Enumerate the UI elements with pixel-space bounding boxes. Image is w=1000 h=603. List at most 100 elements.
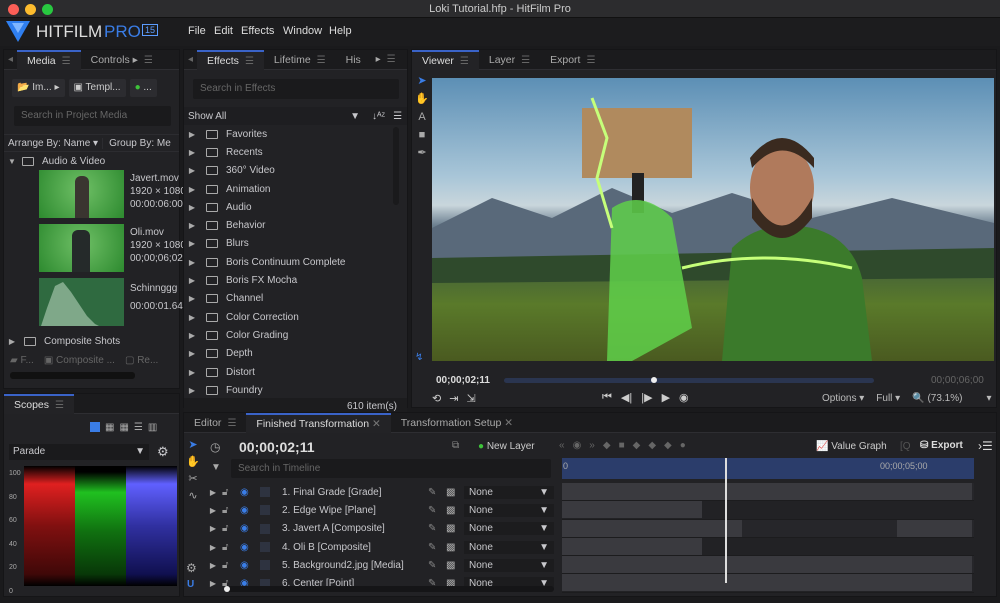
lock-icon[interactable]: 🔓︎ xyxy=(222,523,240,534)
expand-icon[interactable]: ▶ xyxy=(184,185,200,194)
blend-mode-dropdown[interactable]: None ▼ xyxy=(464,485,554,499)
expand-icon[interactable]: ▶ xyxy=(204,524,222,533)
tab-layer[interactable]: Layer ☰ xyxy=(479,50,540,70)
effects-folder[interactable]: ▶ Color Correction xyxy=(184,308,407,326)
lock-icon[interactable]: 🔓︎ xyxy=(222,560,240,571)
expand-icon[interactable]: ▶ xyxy=(184,258,200,267)
effects-filter-dropdown[interactable]: Show All ▼ xyxy=(184,111,364,122)
layer-clip[interactable] xyxy=(562,501,702,519)
layer-clip[interactable] xyxy=(897,519,972,537)
quality-dropdown[interactable]: Full ▾ xyxy=(876,393,900,404)
curve-tool-icon[interactable]: ∿ xyxy=(186,488,200,505)
single-view-icon[interactable] xyxy=(90,422,100,432)
timeline-ruler[interactable]: 0 00;00;05;00 xyxy=(562,458,974,479)
expand-icon[interactable]: ▶ xyxy=(184,166,200,175)
tab-history[interactable]: His xyxy=(336,50,376,70)
effects-folder[interactable]: ▶ Channel xyxy=(184,290,407,308)
tab-lifetime[interactable]: Lifetime ☰ xyxy=(264,50,336,70)
timeline-menu-icon[interactable]: ›☰ xyxy=(978,439,993,453)
expand-icon[interactable]: ▶ xyxy=(204,579,222,588)
import-button[interactable]: 📂 Im... ▸ xyxy=(12,79,65,97)
effects-folder[interactable]: ▶ Favorites xyxy=(184,125,407,143)
timeline-settings-icon[interactable]: ⚙ xyxy=(186,561,197,575)
tab-viewer[interactable]: Viewer ☰ xyxy=(412,49,479,70)
pen-icon[interactable]: ✎ xyxy=(428,542,446,553)
visibility-eye-icon[interactable]: ◉ xyxy=(240,505,260,516)
arrange-by-dropdown[interactable]: Arrange By: Name ▾ xyxy=(4,138,102,149)
menu-window[interactable]: Window xyxy=(283,25,322,37)
vertical-scrollbar[interactable] xyxy=(393,127,399,205)
go-to-start-icon[interactable]: ⏮ xyxy=(602,391,612,404)
viewer-scrubber[interactable] xyxy=(504,377,874,383)
options-dropdown[interactable]: Options ▾ xyxy=(822,393,864,404)
pen-icon[interactable]: ✎ xyxy=(428,523,446,534)
visibility-eye-icon[interactable]: ◉ xyxy=(240,523,260,534)
record-icon[interactable]: ◉ xyxy=(679,391,689,404)
filter-icon[interactable]: ▼ xyxy=(211,462,221,473)
new-layer-button[interactable]: ● New Layer xyxy=(478,441,535,452)
export-button[interactable]: ⛁ Export xyxy=(920,440,963,451)
expand-icon[interactable]: ▶ xyxy=(184,294,200,303)
mark-out-icon[interactable]: ⇥ xyxy=(449,392,458,405)
effects-folder[interactable]: ▶ Behavior xyxy=(184,216,407,234)
effects-folder[interactable]: ▶ Animation xyxy=(184,180,407,198)
media-search-input[interactable]: Search in Project Media xyxy=(14,106,171,126)
step-forward-icon[interactable]: |▶ xyxy=(641,391,652,404)
expand-icon[interactable]: ▶ xyxy=(184,331,200,340)
expand-icon[interactable]: ▶ xyxy=(184,239,200,248)
timeline-zoom-slider[interactable] xyxy=(224,586,554,592)
layer-clip[interactable] xyxy=(562,556,972,574)
tab-media[interactable]: Media ☰ xyxy=(17,49,81,70)
insert-icon[interactable]: ⇲ xyxy=(466,392,475,405)
effects-folder[interactable]: ▶ Foundry xyxy=(184,381,407,398)
expand-icon[interactable]: ▶ xyxy=(184,203,200,212)
tab-scroll-right-icon[interactable]: ▸ xyxy=(376,54,381,65)
pen-icon[interactable]: ✎ xyxy=(428,505,446,516)
expand-icon[interactable]: ▶ xyxy=(204,561,222,570)
effects-folder[interactable]: ▶ Depth xyxy=(184,345,407,363)
sort-az-icon[interactable]: ↓ᴬᶻ xyxy=(372,111,385,122)
effects-folder[interactable]: ▶ Color Grading xyxy=(184,326,407,344)
menu-effects[interactable]: Effects xyxy=(241,25,274,37)
lock-icon[interactable]: 🔓︎ xyxy=(222,505,240,516)
layer-row[interactable]: ▶ 🔓︎ ◉ 5. Background2.jpg [Media] ✎ ▩ None ▼ xyxy=(204,556,559,574)
effects-folder[interactable]: ▶ Blurs xyxy=(184,235,407,253)
expand-icon[interactable]: ▶ xyxy=(184,148,200,157)
expand-icon[interactable]: ▶ xyxy=(184,349,200,358)
expand-icon[interactable]: ▶ xyxy=(204,543,222,552)
columns-view-icon[interactable]: ▥ xyxy=(148,422,157,433)
layer-row[interactable]: ▶ 🔓︎ ◉ 4. Oli B [Composite] ✎ ▩ None ▼ xyxy=(204,538,559,556)
media-thumbnail[interactable] xyxy=(39,224,124,273)
remove-button[interactable]: ▢ Re... xyxy=(125,355,158,366)
solo-toggle[interactable] xyxy=(260,560,270,571)
tab-scopes[interactable]: Scopes ☰ xyxy=(4,393,74,414)
layer-row[interactable]: ▶ 🔓︎ ◉ 1. Final Grade [Grade] ✎ ▩ None ▼ xyxy=(204,483,559,501)
effects-folder[interactable]: ▶ Distort xyxy=(184,363,407,381)
media-item[interactable]: Schinnggg 00:00:01.64 xyxy=(130,280,183,316)
media-thumbnail[interactable] xyxy=(39,170,124,219)
zoom-fit-icon[interactable]: [Q xyxy=(900,441,911,452)
templates-button[interactable]: ▣ Templ... xyxy=(68,79,126,97)
list-menu-icon[interactable]: ☰ xyxy=(393,111,402,122)
effects-search-input[interactable]: Search in Effects xyxy=(193,79,399,99)
blend-mode-dropdown[interactable]: None ▼ xyxy=(464,503,554,517)
timeline-search-input[interactable]: Search in Timeline xyxy=(231,459,551,478)
new-composite-icon[interactable]: ⧉ xyxy=(452,440,459,451)
new-button[interactable]: ● ... xyxy=(129,79,157,97)
blend-mode-dropdown[interactable]: None ▼ xyxy=(464,522,554,536)
layer-row[interactable]: ▶ 🔓︎ ◉ 2. Edge Wipe [Plane] ✎ ▩ None ▼ xyxy=(204,501,559,519)
effects-folder[interactable]: ▶ Audio xyxy=(184,198,407,216)
playhead[interactable] xyxy=(725,458,727,583)
new-composite-button[interactable]: ▣ Composite ... xyxy=(44,355,115,366)
effects-folder[interactable]: ▶ Boris Continuum Complete xyxy=(184,253,407,271)
expand-icon[interactable]: ▶ xyxy=(204,488,222,497)
step-back-icon[interactable]: ◀| xyxy=(621,391,632,404)
layer-row[interactable]: ▶ 🔓︎ ◉ 3. Javert A [Composite] ✎ ▩ None ▼ xyxy=(204,520,559,538)
menu-help[interactable]: Help xyxy=(329,25,352,37)
grid-view-icon[interactable]: ▦ xyxy=(119,422,128,433)
checker-icon[interactable]: ▩ xyxy=(446,487,464,498)
effects-folder[interactable]: ▶ Boris FX Mocha xyxy=(184,271,407,289)
blend-mode-dropdown[interactable]: None ▼ xyxy=(464,540,554,554)
hand-tool-icon[interactable]: ✋ xyxy=(186,454,200,471)
expand-icon[interactable]: ▶ xyxy=(184,368,200,377)
